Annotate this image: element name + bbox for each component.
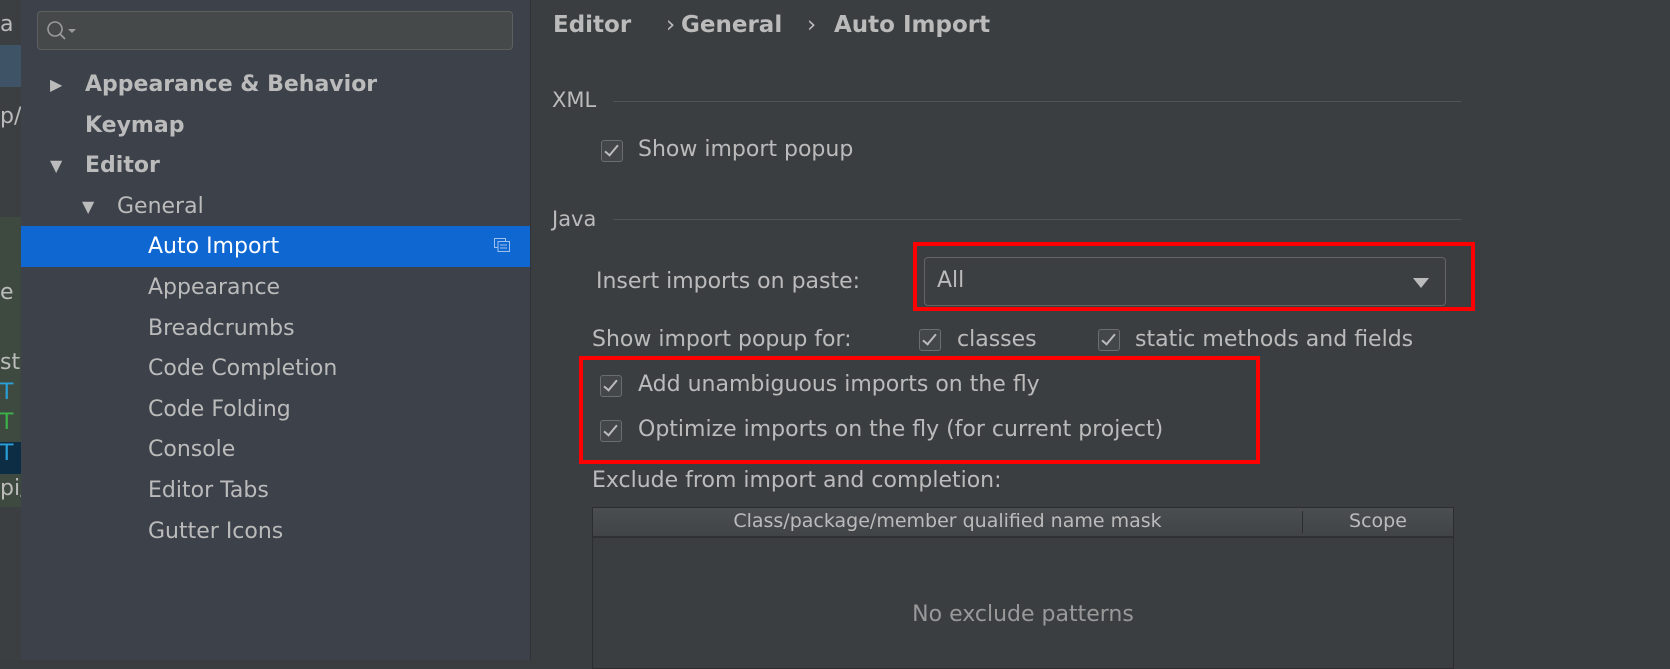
breadcrumb-item: Auto Import <box>834 12 991 38</box>
sidebar-item-label: Gutter Icons <box>148 518 284 544</box>
insert-imports-label: Insert imports on paste: <box>596 269 861 294</box>
expanded-arrow-icon[interactable]: ▼ <box>82 186 94 227</box>
exclude-label: Exclude from import and completion: <box>592 468 1002 493</box>
fragment: T <box>0 441 14 466</box>
sidebar-item-label: Code Completion <box>148 356 338 382</box>
search-input[interactable] <box>37 11 513 50</box>
sidebar-item-console[interactable]: Console <box>21 429 530 470</box>
project-settings-icon <box>494 238 510 253</box>
settings-sidebar: ▶ Appearance & Behavior Keymap ▼ Editor ▼ Gene… <box>21 0 531 660</box>
sidebar-item-label: Editor Tabs <box>148 478 269 503</box>
show-import-popup-label: Show import popup <box>638 137 854 162</box>
optimize-imports-checkbox[interactable] <box>600 420 622 442</box>
fragment: st <box>0 350 21 375</box>
classes-label: classes <box>957 327 1037 352</box>
column-header-scope[interactable]: Scope <box>1303 510 1453 532</box>
sidebar-item-breadcrumbs[interactable]: Breadcrumbs <box>21 308 530 349</box>
sidebar-item-label: Keymap <box>85 112 185 138</box>
expanded-arrow-icon[interactable]: ▼ <box>50 145 62 186</box>
sidebar-item-code-completion[interactable]: Code Completion <box>21 348 530 389</box>
sidebar-item-label: Code Folding <box>148 396 291 422</box>
breadcrumb-separator: › <box>666 12 676 38</box>
sidebar-item-label: Appearance & Behavior <box>85 72 378 97</box>
add-unambiguous-label: Add unambiguous imports on the fly <box>638 372 1040 397</box>
sidebar-item-label: Console <box>148 437 236 463</box>
divider <box>613 219 1461 220</box>
table-header: Class/package/member qualified name mask… <box>593 508 1453 538</box>
exclude-table[interactable]: Class/package/member qualified name mask… <box>592 507 1454 669</box>
sidebar-item-label: General <box>117 193 204 219</box>
column-header-mask[interactable]: Class/package/member qualified name mask <box>593 510 1302 532</box>
highlight-box <box>913 242 1475 311</box>
fragment: p/ <box>0 104 21 129</box>
sidebar-item-code-folding[interactable]: Code Folding <box>21 389 530 430</box>
fragment: e <box>0 280 14 305</box>
fragment: a <box>0 12 14 37</box>
sidebar-item-appearance[interactable]: Appearance <box>21 267 530 308</box>
sidebar-item-auto-import[interactable]: Auto Import <box>21 226 530 268</box>
divider <box>613 101 1461 102</box>
sidebar-item-label: Breadcrumbs <box>148 315 295 341</box>
section-java-label: Java <box>552 207 597 231</box>
add-unambiguous-checkbox[interactable] <box>600 375 622 397</box>
sidebar-item-appearance-behavior[interactable]: ▶ Appearance & Behavior <box>21 64 530 105</box>
sidebar-item-general[interactable]: ▼ General <box>21 186 530 227</box>
sidebar-item-editor-tabs[interactable]: Editor Tabs <box>21 470 530 511</box>
sidebar-item-label: Auto Import <box>148 234 280 260</box>
search-icon <box>47 21 76 40</box>
sidebar-item-gutter-icons[interactable]: Gutter Icons <box>21 511 530 552</box>
show-popup-for-label: Show import popup for: <box>592 327 852 352</box>
settings-content: Editor › General › Auto Import XML Show … <box>531 0 1670 669</box>
optimize-imports-label: Optimize imports on the fly (for current… <box>638 417 1164 442</box>
sidebar-item-editor[interactable]: ▼ Editor <box>21 145 530 186</box>
collapsed-arrow-icon[interactable]: ▶ <box>50 64 62 105</box>
empty-table-text: No exclude patterns <box>912 602 1134 627</box>
static-methods-label: static methods and fields <box>1135 327 1414 352</box>
breadcrumb-item: Editor <box>553 12 632 38</box>
fragment: pi/ <box>0 476 21 501</box>
sidebar-item-keymap[interactable]: Keymap <box>21 105 530 146</box>
sidebar-item-label: Appearance <box>148 275 281 300</box>
section-xml-label: XML <box>552 88 597 112</box>
fragment: T <box>0 410 14 435</box>
breadcrumb-separator: › <box>807 12 817 38</box>
show-import-popup-checkbox[interactable] <box>601 140 623 162</box>
sidebar-item-label: Editor <box>85 153 160 179</box>
background-window-strip: a p/ e st T T T pi/ <box>0 0 21 660</box>
breadcrumb-item: General <box>681 12 783 38</box>
classes-checkbox[interactable] <box>919 329 941 351</box>
static-methods-checkbox[interactable] <box>1098 329 1120 351</box>
fragment: T <box>0 380 14 405</box>
